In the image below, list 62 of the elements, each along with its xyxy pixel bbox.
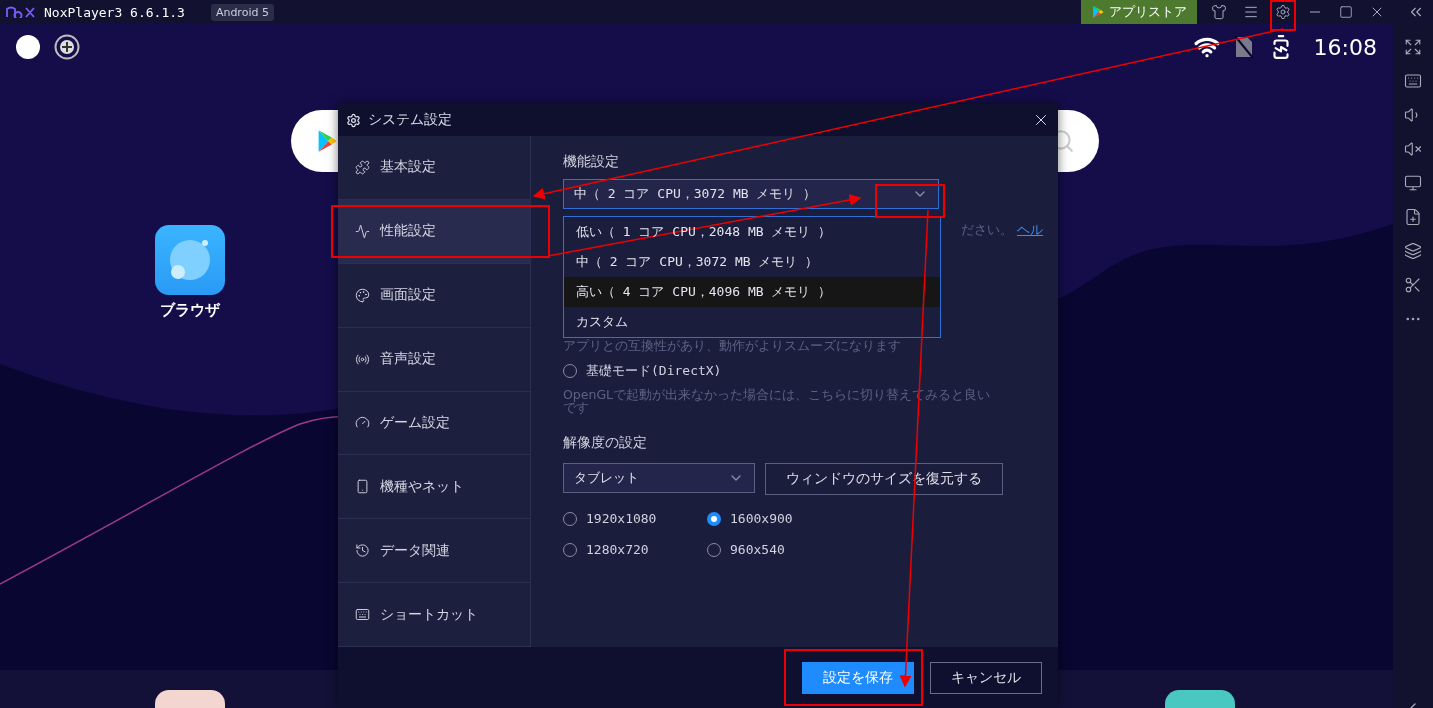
browser-app-icon[interactable]: [155, 225, 225, 295]
sidebar-label: ショートカット: [380, 605, 478, 624]
phone-icon: [355, 479, 370, 495]
app-store-button[interactable]: アプリストア: [1081, 0, 1197, 24]
radio-label: 1600x900: [730, 511, 793, 526]
play-store-icon: [1091, 5, 1105, 19]
sidebar-item[interactable]: 基本設定: [338, 136, 530, 200]
pulse-icon: [355, 223, 370, 239]
dropdown-option[interactable]: 中（ 2 コア CPU，3072 MB メモリ ）: [564, 247, 940, 277]
radio-label: 1920x1080: [586, 511, 657, 526]
app-label: ブラウザ: [160, 301, 220, 320]
dropdown-option[interactable]: 高い（ 4 コア CPU，4096 MB メモリ ）: [564, 277, 940, 307]
highlight-frame: [875, 184, 945, 218]
sidebar-label: 画面設定: [380, 286, 436, 305]
speaker-mute-icon[interactable]: [1404, 140, 1422, 158]
gamepad-icon[interactable]: [54, 34, 80, 60]
sidebar-label: ゲーム設定: [380, 413, 450, 432]
radio-label: 基礎モード(DirectX): [586, 362, 722, 380]
palette-icon: [355, 287, 370, 303]
puzzle-icon: [355, 159, 370, 175]
history-icon: [355, 543, 370, 559]
section-heading: 機能設定: [563, 153, 620, 171]
dialog-title: システム設定: [368, 111, 452, 129]
settings-icon: [346, 112, 361, 128]
version-badge: Android 5: [210, 3, 274, 21]
section-heading: 解像度の設定: [563, 434, 648, 452]
sidebar-label: 性能設定: [380, 222, 436, 241]
radio-button[interactable]: [707, 511, 721, 526]
clock-time: 16:08: [1313, 34, 1377, 60]
shirt-icon[interactable]: [1211, 4, 1227, 20]
sidebar-label: 基本設定: [380, 158, 436, 177]
maximize-icon[interactable]: [1339, 5, 1353, 19]
no-sim-icon: [1233, 35, 1254, 59]
hint-text: ださい。: [961, 221, 1013, 239]
file-add-icon[interactable]: [1404, 208, 1422, 226]
help-link[interactable]: ヘル: [1017, 221, 1043, 239]
performance-select[interactable]: 中（ 2 コア CPU，3072 MB メモリ ）: [563, 179, 939, 209]
fullscreen-icon[interactable]: [1404, 38, 1422, 56]
keyboard-icon[interactable]: [1404, 72, 1422, 90]
keyboard-icon: [355, 607, 370, 623]
sidebar-item[interactable]: ゲーム設定: [338, 391, 530, 456]
settings-icon[interactable]: [1275, 4, 1291, 20]
sidebar-item[interactable]: 音声設定: [338, 327, 530, 392]
logo-icon: [6, 6, 36, 18]
radio-label: 1280x720: [586, 542, 649, 557]
sidebar-label: 音声設定: [380, 350, 436, 369]
preset-select[interactable]: タブレット: [563, 463, 755, 493]
sidebar-label: 機種やネット: [380, 477, 464, 496]
sidebar-item[interactable]: 機種やネット: [338, 455, 530, 520]
stack-icon[interactable]: [1404, 242, 1422, 260]
scissors-icon[interactable]: [1404, 276, 1422, 294]
sidebar-item[interactable]: データ関連: [338, 519, 530, 584]
sidebar-item[interactable]: 性能設定: [338, 199, 530, 264]
dropdown-option[interactable]: カスタム: [564, 307, 940, 337]
app-title: NoxPlayer3 6.6.1.3: [44, 4, 185, 20]
radio-label: 960x540: [730, 542, 785, 557]
highlight-frame: [1270, 0, 1296, 31]
sidebar-label: データ関連: [380, 541, 450, 560]
monitor-icon[interactable]: [1404, 174, 1422, 192]
cancel-button[interactable]: キャンセル: [930, 661, 1042, 694]
sidebar-item[interactable]: 画面設定: [338, 263, 530, 328]
menu-icon[interactable]: [1243, 4, 1259, 20]
